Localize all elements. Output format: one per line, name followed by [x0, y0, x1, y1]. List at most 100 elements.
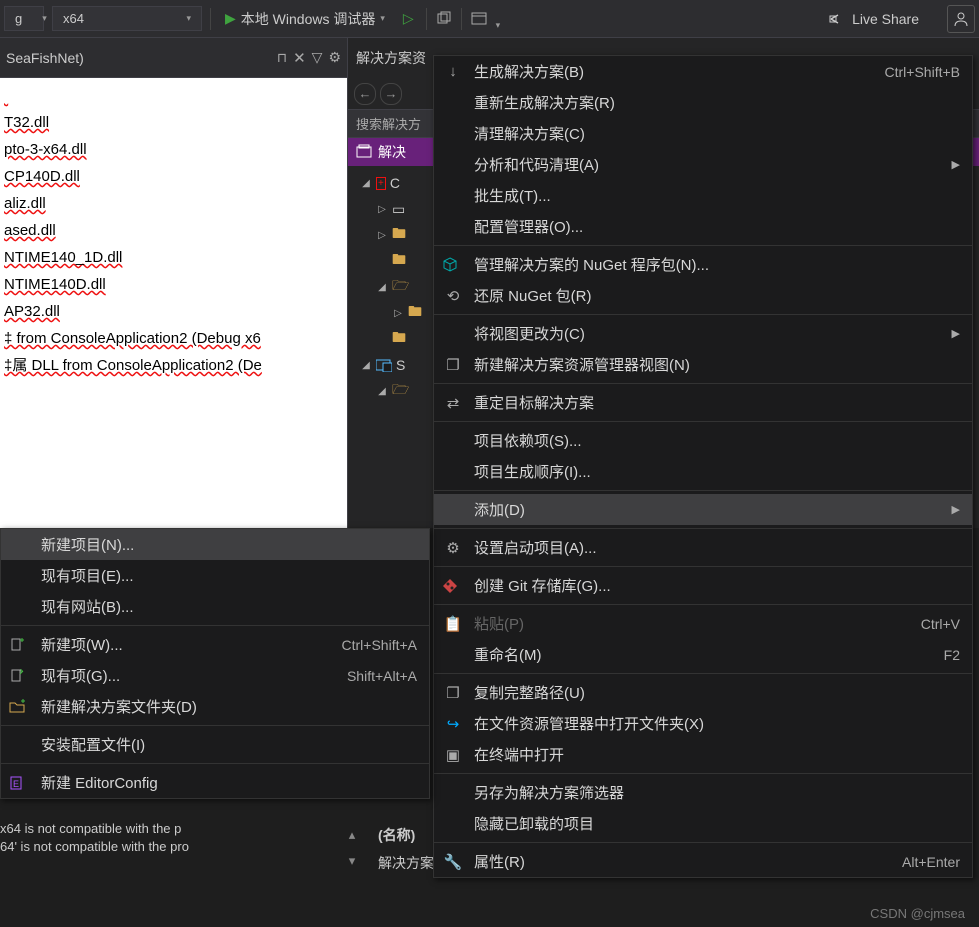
- output-line: 64' is not compatible with the pro: [0, 838, 360, 856]
- menu-item[interactable]: 清理解决方案(C): [434, 118, 972, 149]
- menu-label: 属性(R): [474, 851, 852, 872]
- folder-open-icon: 🗁: [392, 379, 409, 403]
- menu-label: 重定目标解决方案: [474, 392, 960, 413]
- menu-label: 重新生成解决方案(R): [474, 92, 960, 113]
- menu-label: 批生成(T)...: [474, 185, 960, 206]
- layout-icon[interactable]: [470, 10, 488, 28]
- menu-label: 设置启动项目(A)...: [474, 537, 960, 558]
- search-placeholder: 搜索解决方: [356, 117, 421, 132]
- menu-label: 分析和代码清理(A): [474, 154, 922, 175]
- menu-item[interactable]: 🔧属性(R)Alt+Enter: [434, 846, 972, 877]
- menu-item[interactable]: 新建解决方案文件夹(D): [1, 691, 429, 722]
- ⟲-icon: ⟲: [442, 287, 464, 305]
- menu-item[interactable]: 重命名(M)F2: [434, 639, 972, 670]
- 📋-icon: 📋: [442, 615, 464, 633]
- code-line: ‡ from ConsoleApplication2 (Debug x6: [4, 325, 347, 352]
- menu-label: 在文件资源管理器中打开文件夹(X): [474, 713, 960, 734]
- menu-item[interactable]: ⇄重定目标解决方案: [434, 387, 972, 418]
- close-icon[interactable]: ✕: [293, 49, 306, 67]
- menu-item[interactable]: E 新建 EditorConfig: [1, 767, 429, 798]
- code-line: ased.dll: [4, 217, 347, 244]
- dropdown-icon[interactable]: ▾: [496, 20, 501, 31]
- tab-title[interactable]: SeaFishNet): [6, 50, 271, 66]
- menu-item[interactable]: ↓生成解决方案(B)Ctrl+Shift+B: [434, 56, 972, 87]
- menu-item[interactable]: 现有项(G)...Shift+Alt+A: [1, 660, 429, 691]
- menu-item[interactable]: 分析和代码清理(A)▶: [434, 149, 972, 180]
- menu-item[interactable]: ❐新建解决方案资源管理器视图(N): [434, 349, 972, 380]
- debugger-label: 本地 Windows 调试器: [241, 9, 376, 29]
- liveshare-label: Live Share: [852, 11, 919, 27]
- ❐-icon: ❐: [442, 684, 464, 702]
- menu-label: 清理解决方案(C): [474, 123, 960, 144]
- submenu-arrow-icon: ▶: [952, 503, 960, 516]
- menu-item[interactable]: 安装配置文件(I): [1, 729, 429, 760]
- menu-item[interactable]: 现有网站(B)...: [1, 591, 429, 622]
- folder-open-icon: 🗁: [392, 275, 409, 299]
- menu-item[interactable]: 另存为解决方案筛选器: [434, 777, 972, 808]
- liveshare-button[interactable]: Live Share: [818, 11, 929, 27]
- start-debug-button[interactable]: ▶ 本地 Windows 调试器 ▾: [219, 5, 391, 33]
- play-icon: ▶: [225, 10, 236, 27]
- editorconfig-icon: E: [9, 775, 31, 791]
- nav-back-icon[interactable]: ←: [354, 83, 376, 105]
- menu-item[interactable]: ⚙设置启动项目(A)...: [434, 532, 972, 563]
- tree-label: S: [396, 357, 405, 373]
- gear-icon[interactable]: ⚙: [328, 49, 341, 66]
- menu-separator: [434, 566, 972, 567]
- menu-item[interactable]: ▣在终端中打开: [434, 739, 972, 770]
- code-line: NTIME140_1D.dll: [4, 244, 347, 271]
- platform-combo[interactable]: x64▾: [52, 6, 202, 31]
- menu-item[interactable]: 隐藏已卸载的项目: [434, 808, 972, 839]
- separator: [210, 8, 211, 30]
- menu-label: 新建 EditorConfig: [41, 772, 417, 793]
- menu-item[interactable]: 项目生成顺序(I)...: [434, 456, 972, 487]
- ↪-icon: ↪: [442, 715, 464, 733]
- filter-icon[interactable]: ▽: [312, 49, 323, 66]
- nav-fwd-icon[interactable]: →: [380, 83, 402, 105]
- git-icon: [442, 578, 464, 594]
- menu-item[interactable]: 将视图更改为(C)▶: [434, 318, 972, 349]
- menu-item[interactable]: ↪ 在文件资源管理器中打开文件夹(X): [434, 708, 972, 739]
- config-combo[interactable]: g▾: [4, 6, 44, 31]
- menu-item[interactable]: 现有项目(E)...: [1, 560, 429, 591]
- menu-separator: [434, 421, 972, 422]
- menu-label: 配置管理器(O)...: [474, 216, 960, 237]
- menu-item[interactable]: 新建项(W)...Ctrl+Shift+A: [1, 629, 429, 660]
- code-line: pto-3-x64.dll: [4, 136, 347, 163]
- menu-item[interactable]: 创建 Git 存储库(G)...: [434, 570, 972, 601]
- menu-label: 现有项(G)...: [41, 665, 297, 686]
- menu-item[interactable]: 项目依赖项(S)...: [434, 425, 972, 456]
- scrollbar[interactable]: ▴▾: [342, 826, 362, 870]
- ▣-icon: ▣: [442, 746, 464, 764]
- menu-label: 现有网站(B)...: [41, 596, 417, 617]
- menu-label: 创建 Git 存储库(G)...: [474, 575, 960, 596]
- newfolder-icon: [9, 699, 31, 715]
- menu-item[interactable]: 新建项目(N)...: [1, 529, 429, 560]
- main-toolbar: g▾ x64▾ ▶ 本地 Windows 调试器 ▾ ▷ ▾ Live Shar…: [0, 0, 979, 38]
- play-nodebug-icon[interactable]: ▷: [399, 10, 418, 27]
- watermark: CSDN @cjmsea: [870, 906, 965, 921]
- menu-separator: [434, 383, 972, 384]
- menu-item[interactable]: ❐复制完整路径(U): [434, 677, 972, 708]
- stack-icon[interactable]: [435, 10, 453, 28]
- ❐-icon: ❐: [442, 356, 464, 374]
- account-icon[interactable]: [947, 5, 975, 33]
- menu-item[interactable]: 配置管理器(O)...: [434, 211, 972, 242]
- code-line: aliz.dll: [4, 190, 347, 217]
- pin-icon[interactable]: ⊓: [277, 50, 287, 66]
- menu-separator: [434, 842, 972, 843]
- folder-icon: 🖿: [392, 223, 406, 247]
- code-line: CP140D.dll: [4, 163, 347, 190]
- menu-label: 安装配置文件(I): [41, 734, 417, 755]
- menu-item[interactable]: 重新生成解决方案(R): [434, 87, 972, 118]
- dropdown-icon: ▾: [42, 13, 47, 24]
- menu-item[interactable]: 批生成(T)...: [434, 180, 972, 211]
- code-editor[interactable]: T32.dllpto-3-x64.dllCP140D.dllaliz.dllas…: [0, 78, 347, 528]
- shortcut-label: F2: [944, 647, 960, 663]
- menu-item[interactable]: 管理解决方案的 NuGet 程序包(N)...: [434, 249, 972, 280]
- menu-separator: [434, 773, 972, 774]
- editor-tab-header: SeaFishNet) ⊓ ✕ ▽ ⚙: [0, 38, 347, 78]
- menu-separator: [434, 245, 972, 246]
- menu-item[interactable]: 添加(D)▶: [434, 494, 972, 525]
- menu-item[interactable]: ⟲还原 NuGet 包(R): [434, 280, 972, 311]
